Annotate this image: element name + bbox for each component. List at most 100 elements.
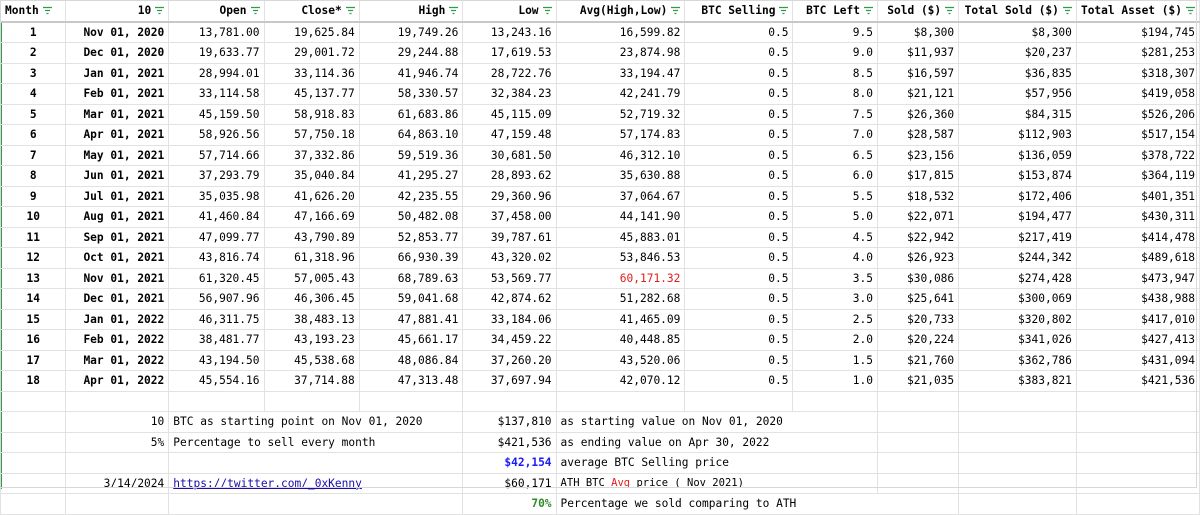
table-cell[interactable]: $21,760 bbox=[877, 349, 960, 371]
table-cell[interactable]: $489,618 bbox=[1075, 247, 1200, 269]
table-cell[interactable]: 14 bbox=[0, 288, 67, 310]
table-cell[interactable]: $414,478 bbox=[1075, 226, 1200, 248]
table-cell[interactable]: $18,532 bbox=[877, 185, 960, 207]
table-cell[interactable]: 9.5 bbox=[792, 21, 879, 43]
table-cell[interactable]: 37,458.00 bbox=[462, 206, 557, 228]
table-cell[interactable]: 19,625.84 bbox=[263, 21, 360, 43]
table-cell[interactable]: 57,714.66 bbox=[168, 144, 265, 166]
table-cell[interactable]: 32,384.23 bbox=[462, 83, 557, 105]
table-cell[interactable]: 0.5 bbox=[684, 83, 794, 105]
table-cell[interactable]: 56,907.96 bbox=[168, 288, 265, 310]
table-cell[interactable]: 41,295.27 bbox=[358, 165, 464, 187]
table-cell[interactable]: 2.0 bbox=[792, 329, 879, 351]
table-cell[interactable]: $419,058 bbox=[1075, 83, 1200, 105]
table-cell[interactable]: $417,010 bbox=[1075, 308, 1200, 330]
table-cell[interactable]: $383,821 bbox=[958, 370, 1077, 392]
table-cell[interactable]: 39,787.61 bbox=[462, 226, 557, 248]
table-cell[interactable]: 6 bbox=[0, 124, 67, 146]
table-cell[interactable]: 45,538.68 bbox=[263, 349, 360, 371]
filter-icon[interactable] bbox=[1062, 6, 1072, 15]
table-cell[interactable]: 43,816.74 bbox=[168, 247, 265, 269]
table-cell[interactable]: 59,041.68 bbox=[358, 288, 464, 310]
table-cell[interactable]: 0.5 bbox=[684, 124, 794, 146]
table-cell[interactable]: Feb 01, 2022 bbox=[65, 329, 170, 351]
table-cell[interactable]: Nov 01, 2020 bbox=[65, 21, 170, 43]
table-cell[interactable]: $84,315 bbox=[958, 103, 1077, 125]
table-cell[interactable]: 1 bbox=[0, 21, 67, 43]
table-cell[interactable]: 57,005.43 bbox=[263, 267, 360, 289]
table-cell[interactable]: 38,481.77 bbox=[168, 329, 265, 351]
table-cell[interactable]: 57,174.83 bbox=[555, 124, 686, 146]
pct-sold-value[interactable]: 70% bbox=[462, 493, 557, 515]
date-cell[interactable]: 3/14/2024 bbox=[65, 472, 170, 494]
table-cell[interactable]: 38,483.13 bbox=[263, 308, 360, 330]
table-cell[interactable]: 61,320.45 bbox=[168, 267, 265, 289]
table-cell[interactable]: 0.5 bbox=[684, 288, 794, 310]
table-cell[interactable]: $36,835 bbox=[958, 62, 1077, 84]
column-header-4[interactable]: High bbox=[358, 0, 464, 22]
table-cell[interactable]: 3.0 bbox=[792, 288, 879, 310]
table-cell[interactable]: Oct 01, 2021 bbox=[65, 247, 170, 269]
column-header-8[interactable]: BTC Left bbox=[792, 0, 879, 22]
table-cell[interactable]: 11 bbox=[0, 226, 67, 248]
column-header-10[interactable]: Total Sold ($) bbox=[958, 0, 1077, 22]
table-cell[interactable]: 0.5 bbox=[684, 21, 794, 43]
table-cell[interactable]: $362,786 bbox=[958, 349, 1077, 371]
table-cell[interactable]: 0.5 bbox=[684, 185, 794, 207]
table-cell[interactable]: 0.5 bbox=[684, 247, 794, 269]
table-cell[interactable]: 48,086.84 bbox=[358, 349, 464, 371]
table-cell[interactable]: 7 bbox=[0, 144, 67, 166]
column-header-9[interactable]: Sold ($) bbox=[877, 0, 960, 22]
table-cell[interactable]: 41,465.09 bbox=[555, 308, 686, 330]
table-cell[interactable]: 5 bbox=[0, 103, 67, 125]
table-cell[interactable]: 8 bbox=[0, 165, 67, 187]
table-cell[interactable]: 19,749.26 bbox=[358, 21, 464, 43]
table-cell[interactable]: 16 bbox=[0, 329, 67, 351]
table-cell[interactable]: 0.5 bbox=[684, 370, 794, 392]
table-cell[interactable]: 47,166.69 bbox=[263, 206, 360, 228]
table-cell[interactable]: 29,360.96 bbox=[462, 185, 557, 207]
table-cell[interactable]: 1.5 bbox=[792, 349, 879, 371]
column-header-11[interactable]: Total Asset ($) bbox=[1075, 0, 1200, 22]
table-cell[interactable]: 42,070.12 bbox=[555, 370, 686, 392]
table-cell[interactable]: 58,926.56 bbox=[168, 124, 265, 146]
table-cell[interactable]: 6.5 bbox=[792, 144, 879, 166]
table-cell[interactable]: 41,460.84 bbox=[168, 206, 265, 228]
table-cell[interactable]: Aug 01, 2021 bbox=[65, 206, 170, 228]
table-cell[interactable]: $26,360 bbox=[877, 103, 960, 125]
table-cell[interactable]: $25,641 bbox=[877, 288, 960, 310]
table-cell[interactable]: 3 bbox=[0, 62, 67, 84]
table-cell[interactable]: $194,745 bbox=[1075, 21, 1200, 43]
table-cell[interactable]: 13,243.16 bbox=[462, 21, 557, 43]
column-header-0[interactable]: Month bbox=[0, 0, 67, 22]
filter-icon[interactable] bbox=[155, 6, 165, 15]
table-cell[interactable]: 37,697.94 bbox=[462, 370, 557, 392]
table-cell[interactable]: $274,428 bbox=[958, 267, 1077, 289]
table-cell[interactable]: $300,069 bbox=[958, 288, 1077, 310]
table-cell[interactable]: $401,351 bbox=[1075, 185, 1200, 207]
table-cell[interactable]: $8,300 bbox=[958, 21, 1077, 43]
btc-start-value[interactable]: 10 bbox=[65, 411, 170, 433]
table-cell[interactable]: 46,311.75 bbox=[168, 308, 265, 330]
table-cell[interactable]: $320,802 bbox=[958, 308, 1077, 330]
avg-selling-value[interactable]: $42,154 bbox=[462, 452, 557, 474]
table-cell[interactable]: $22,942 bbox=[877, 226, 960, 248]
table-cell[interactable]: 0.5 bbox=[684, 329, 794, 351]
table-cell[interactable]: 8.5 bbox=[792, 62, 879, 84]
table-cell[interactable]: 0.5 bbox=[684, 226, 794, 248]
filter-icon[interactable] bbox=[42, 6, 52, 15]
table-cell[interactable]: 37,260.20 bbox=[462, 349, 557, 371]
table-cell[interactable]: 47,313.48 bbox=[358, 370, 464, 392]
table-cell[interactable]: 33,114.36 bbox=[263, 62, 360, 84]
table-cell[interactable]: 4 bbox=[0, 83, 67, 105]
table-cell[interactable]: 47,881.41 bbox=[358, 308, 464, 330]
table-cell[interactable]: $430,311 bbox=[1075, 206, 1200, 228]
table-cell[interactable]: 33,194.47 bbox=[555, 62, 686, 84]
table-cell[interactable]: 37,714.88 bbox=[263, 370, 360, 392]
filter-icon[interactable] bbox=[345, 6, 355, 15]
table-cell[interactable]: 10 bbox=[0, 206, 67, 228]
table-cell[interactable]: 61,683.86 bbox=[358, 103, 464, 125]
table-cell[interactable]: 40,448.85 bbox=[555, 329, 686, 351]
table-cell[interactable]: 66,930.39 bbox=[358, 247, 464, 269]
table-cell[interactable]: $20,224 bbox=[877, 329, 960, 351]
